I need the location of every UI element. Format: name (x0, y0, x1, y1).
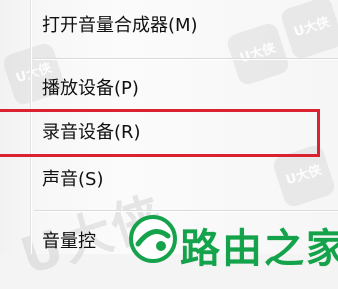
menu-item-label: 声音(S) (42, 169, 104, 190)
menu-separator (34, 210, 338, 212)
menu-item-label: 音量控 (42, 231, 96, 252)
menu-item-playback-devices[interactable]: 播放设备(P) (0, 69, 338, 109)
menu-item-sounds[interactable]: 声音(S) (0, 160, 338, 200)
logo-text: 路由之家 (180, 226, 338, 272)
menu-item-label: 打开音量合成器(M) (42, 15, 198, 36)
context-menu: U大侠 U大侠 U大侠 U大侠 U大侠 打开音量合成器(M) 播放设备(P) 录… (0, 0, 338, 286)
router-logo-icon (129, 215, 177, 263)
site-logo: 路由之家 (128, 214, 338, 272)
menu-item-open-volume-mixer[interactable]: 打开音量合成器(M) (0, 6, 338, 46)
menu-item-label: 播放设备(P) (42, 78, 139, 99)
menu-separator (34, 58, 338, 60)
highlight-annotation-box (0, 109, 320, 157)
